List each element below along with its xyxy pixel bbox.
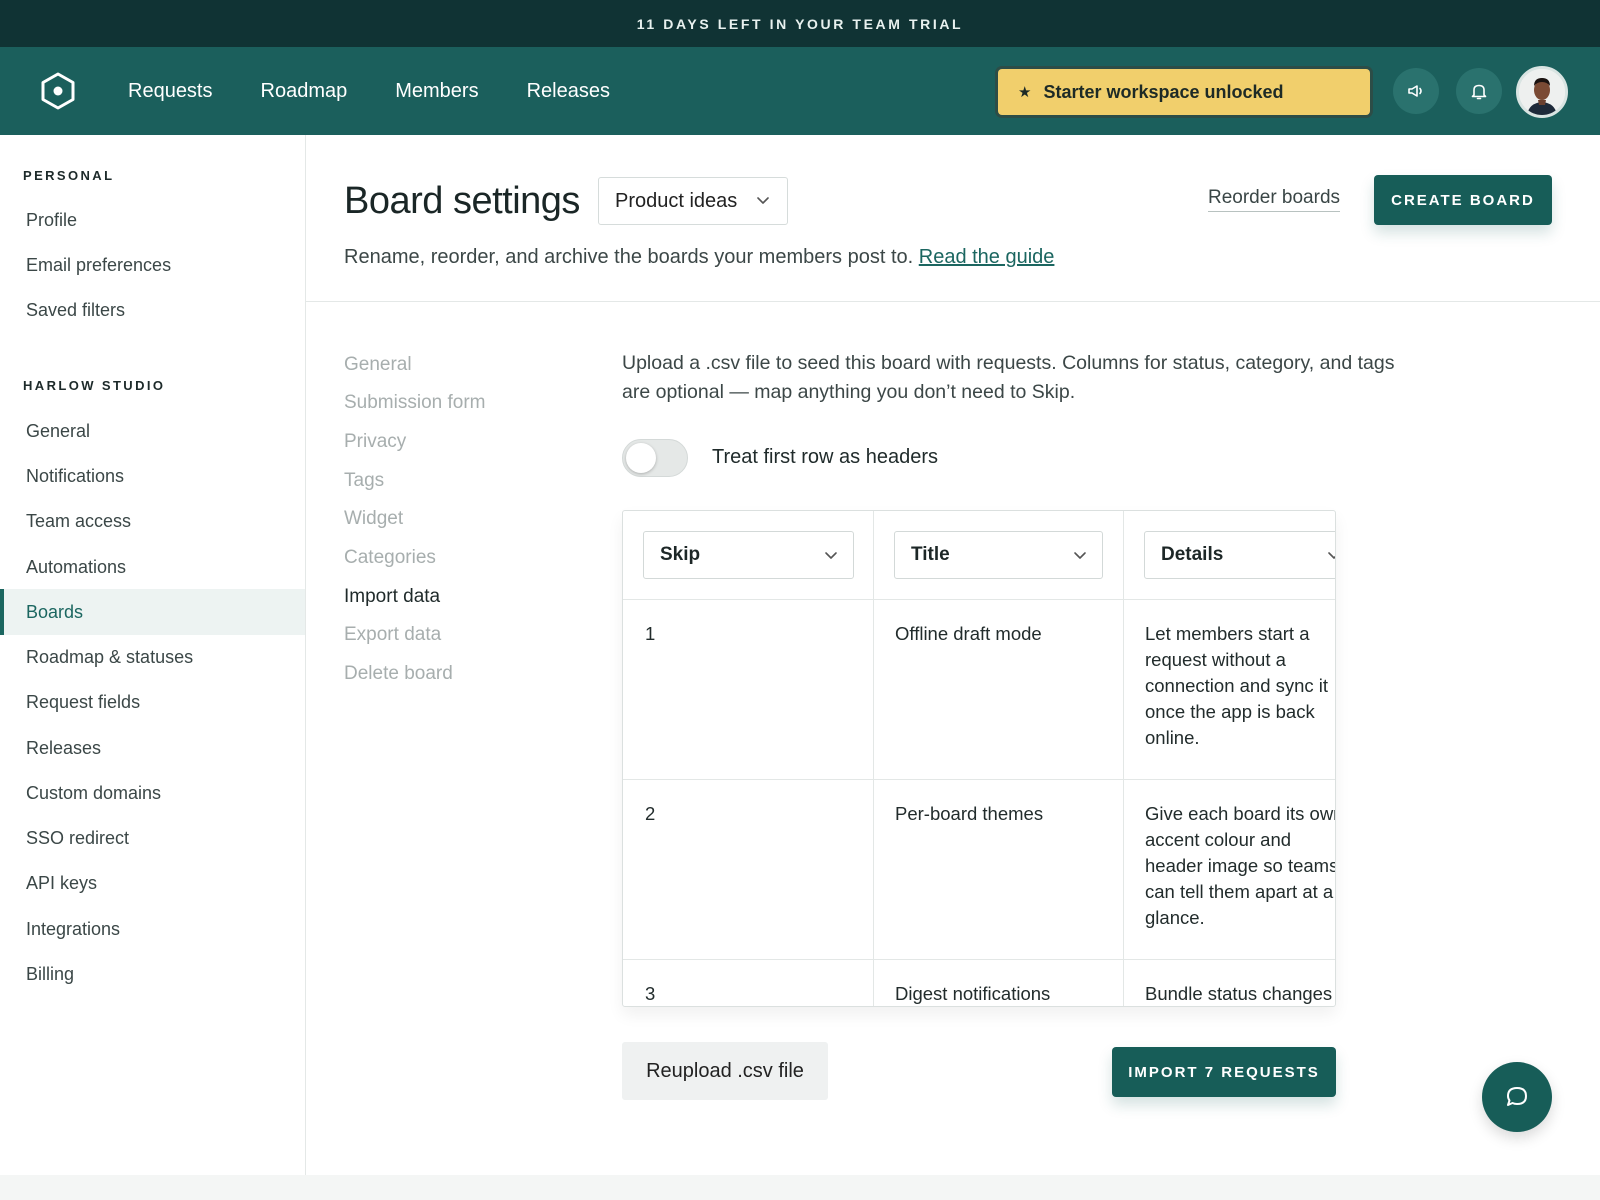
row-details-line: glance. — [1145, 907, 1205, 928]
page-title: Board settings — [344, 180, 580, 222]
subnav-categories[interactable]: Categories — [344, 547, 436, 569]
toggle-knob — [626, 443, 656, 473]
sidebar-item-request-fields[interactable]: Request fields — [0, 679, 305, 725]
sidebar-item-releases[interactable]: Releases — [0, 725, 305, 771]
sidebar-item-profile[interactable]: Profile — [0, 197, 305, 243]
top-nav: Requests Roadmap Members Releases ★ Star… — [0, 47, 1600, 135]
subnav-import-data[interactable]: Import data — [344, 586, 440, 608]
row-id: 1 — [645, 623, 656, 644]
row-divider — [623, 599, 1335, 600]
read-guide-link[interactable]: Read the guide — [919, 246, 1055, 268]
header-divider — [306, 301, 1600, 302]
bell-icon — [1471, 84, 1487, 100]
row-details-line: once the app is back — [1145, 701, 1315, 722]
sidebar-item-notifications[interactable]: Notifications — [0, 453, 305, 499]
sidebar-item-integrations[interactable]: Integrations — [0, 906, 305, 952]
table-column — [874, 511, 1124, 1006]
column-mapping-value: Skip — [660, 544, 701, 565]
sidebar-item-roadmap-statuses[interactable]: Roadmap & statuses — [0, 634, 305, 680]
subnav-delete-board[interactable]: Delete board — [344, 663, 453, 685]
row-details-line: Let members start a — [1145, 623, 1310, 644]
nav-links: Requests Roadmap Members Releases — [128, 47, 610, 135]
column-mapping-value: Title — [911, 544, 950, 565]
row-title: Digest notifications — [895, 983, 1051, 1004]
page-subtitle: Rename, reorder, and archive the boards … — [344, 246, 1054, 269]
hexagon-logo-icon[interactable] — [38, 71, 78, 111]
column-mapping-select[interactable]: Title — [894, 531, 1103, 579]
sidebar-item-saved-filters[interactable]: Saved filters — [0, 287, 305, 333]
trial-banner: 11 DAYS LEFT IN YOUR TEAM TRIAL — [0, 0, 1600, 47]
import-preview-table[interactable]: Skip Title Details 1 Offline draft mode … — [622, 510, 1336, 1007]
subnav-export-data[interactable]: Export data — [344, 624, 441, 646]
sidebar-item-boards[interactable]: Boards — [0, 589, 305, 635]
nav-link-releases[interactable]: Releases — [527, 80, 610, 103]
announcements-button[interactable] — [1393, 68, 1439, 114]
column-mapping-select[interactable]: Skip — [643, 531, 854, 579]
sidebar-heading-harlow-studio: HARLOW STUDIO — [23, 378, 166, 393]
row-details-line: can tell them apart at a — [1145, 881, 1334, 902]
board-select-value: Product ideas — [615, 189, 738, 212]
nav-link-members[interactable]: Members — [395, 80, 478, 103]
settings-sidebar: PERSONAL Profile Email preferences Saved… — [0, 135, 306, 1175]
chevron-down-icon — [757, 197, 769, 204]
reupload-csv-button[interactable]: Reupload .csv file — [622, 1042, 828, 1100]
sidebar-item-custom-domains[interactable]: Custom domains — [0, 770, 305, 816]
column-mapping-select[interactable]: Details — [1144, 531, 1335, 579]
row-details-line: Bundle status changes — [1145, 983, 1333, 1004]
import-intro: Upload a .csv file to seed this board wi… — [622, 352, 1395, 403]
row-title: Offline draft mode — [895, 623, 1042, 644]
main-content: Board settings Product ideas Reorder boa… — [306, 135, 1600, 1175]
row-id: 2 — [645, 803, 656, 824]
subnav-tags[interactable]: Tags — [344, 470, 384, 492]
sidebar-item-billing[interactable]: Billing — [0, 951, 305, 997]
promo-label: Starter workspace unlocked — [1043, 81, 1284, 102]
sidebar-item-email-preferences[interactable]: Email preferences — [0, 242, 305, 288]
chat-bubble-icon — [1507, 1087, 1527, 1106]
create-board-button[interactable]: CREATE BOARD — [1374, 175, 1552, 225]
table-column — [623, 511, 874, 1006]
headers-toggle-label: Treat first row as headers — [712, 446, 939, 468]
sidebar-item-sso-redirect[interactable]: SSO redirect — [0, 815, 305, 861]
row-details-line: connection and sync it — [1145, 675, 1329, 696]
sidebar-heading-personal: PERSONAL — [23, 168, 115, 183]
subnav-privacy[interactable]: Privacy — [344, 431, 406, 453]
row-details-line: request without a — [1145, 649, 1286, 670]
sidebar-item-api-keys[interactable]: API keys — [0, 860, 305, 906]
column-mapping-value: Details — [1161, 544, 1224, 565]
sidebar-item-team-access[interactable]: Team access — [0, 498, 305, 544]
subnav-general[interactable]: General — [344, 354, 412, 376]
chat-button[interactable] — [1482, 1062, 1552, 1132]
user-photo-icon — [1519, 69, 1565, 115]
board-select[interactable]: Product ideas — [598, 177, 788, 225]
row-divider — [623, 779, 1335, 780]
chevron-down-icon — [1328, 552, 1335, 559]
notifications-button[interactable] — [1456, 68, 1502, 114]
workspace-promo-badge[interactable]: ★ Starter workspace unlocked — [998, 69, 1370, 115]
nav-link-requests[interactable]: Requests — [128, 80, 213, 103]
subnav-submission-form[interactable]: Submission form — [344, 392, 486, 414]
sidebar-item-automations[interactable]: Automations — [0, 544, 305, 590]
import-requests-button[interactable]: IMPORT 7 REQUESTS — [1112, 1047, 1336, 1097]
row-details-line: accent colour and — [1145, 829, 1292, 850]
row-id: 3 — [645, 983, 656, 1004]
row-details-line: Give each board its own — [1145, 803, 1336, 824]
subtitle-text: Rename, reorder, and archive the boards … — [344, 246, 914, 268]
nav-link-roadmap[interactable]: Roadmap — [261, 80, 348, 103]
sidebar-item-general[interactable]: General — [0, 408, 305, 454]
headers-toggle[interactable] — [622, 439, 688, 477]
chevron-down-icon — [1074, 552, 1086, 559]
page-footer — [0, 1175, 1600, 1200]
row-details-line: header image so teams — [1145, 855, 1336, 876]
row-title: Per-board themes — [895, 803, 1044, 824]
row-divider — [623, 959, 1335, 960]
subnav-widget[interactable]: Widget — [344, 508, 403, 530]
chevron-down-icon — [825, 552, 837, 559]
row-details-line: online. — [1145, 727, 1200, 748]
star-icon: ★ — [1018, 84, 1032, 101]
reorder-boards-link[interactable]: Reorder boards — [1208, 187, 1341, 212]
megaphone-icon — [1408, 85, 1422, 97]
avatar[interactable] — [1516, 66, 1568, 118]
